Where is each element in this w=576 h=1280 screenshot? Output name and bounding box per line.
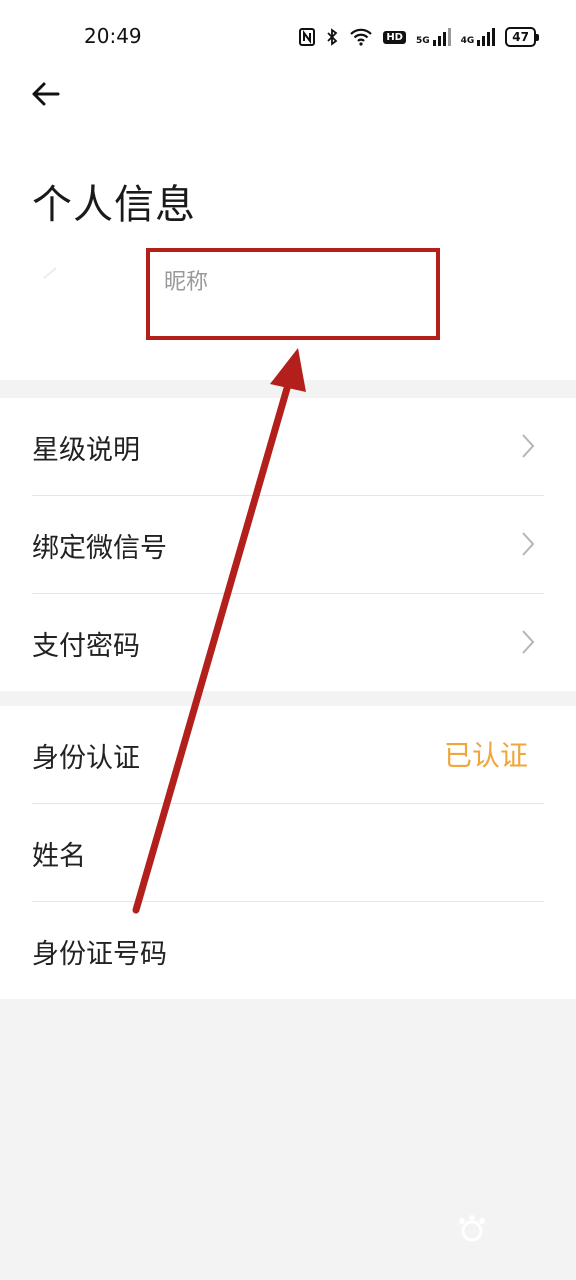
profile-header: 个人信息 昵称 <box>0 72 576 380</box>
signal-5g-icon: 5G <box>416 28 451 46</box>
row-label: 身份认证 <box>32 743 140 774</box>
row-label: 支付密码 <box>32 631 140 662</box>
chevron-right-icon <box>520 432 536 460</box>
row-label: 星级说明 <box>32 435 140 466</box>
nickname-field[interactable]: 昵称 <box>146 248 440 340</box>
row-label: 绑定微信号 <box>32 533 167 564</box>
row-bind-wechat[interactable]: 绑定微信号 <box>32 496 544 594</box>
signal-4g-icon: 4G <box>461 28 496 46</box>
wifi-icon <box>349 28 373 46</box>
chevron-right-icon <box>520 628 536 656</box>
row-identity-verification[interactable]: 身份认证 已认证 <box>32 706 544 804</box>
row-label: 身份证号码 <box>32 939 167 970</box>
page-title: 个人信息 <box>32 182 196 228</box>
settings-section-2: 身份认证 已认证 姓名 身份证号码 <box>0 706 576 999</box>
hd-icon: HD <box>383 30 406 44</box>
status-icons: HD 5G 4G 47 <box>299 24 539 50</box>
row-star-rating-info[interactable]: 星级说明 <box>32 398 544 496</box>
nickname-placeholder: 昵称 <box>164 270 209 295</box>
verified-status: 已认证 <box>443 739 528 772</box>
row-label: 姓名 <box>32 841 86 872</box>
row-payment-password[interactable]: 支付密码 <box>32 594 544 691</box>
status-bar: 20:49 HD 5G 4G 47 <box>0 0 576 72</box>
watermark <box>406 1215 546 1258</box>
nfc-icon <box>299 28 316 46</box>
chevron-right-icon <box>520 530 536 558</box>
avatar[interactable] <box>36 248 96 308</box>
status-time: 20:49 <box>84 24 142 48</box>
back-arrow-icon[interactable] <box>28 76 64 112</box>
bluetooth-icon <box>325 28 339 46</box>
row-id-number[interactable]: 身份证号码 <box>32 902 544 999</box>
battery-icon: 47 <box>505 27 539 47</box>
settings-section-1: 星级说明 绑定微信号 支付密码 <box>0 398 576 691</box>
row-name[interactable]: 姓名 <box>32 804 544 902</box>
